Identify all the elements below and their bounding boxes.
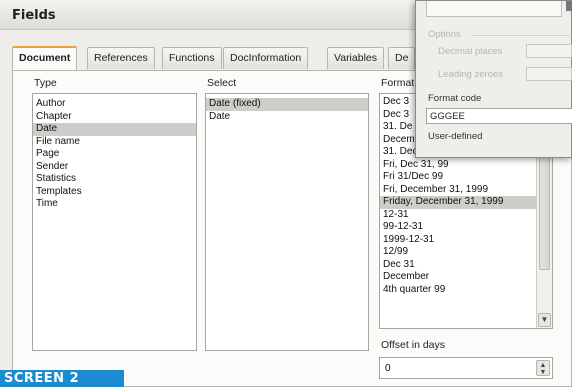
type-label: Type [34, 77, 57, 89]
decimal-places-label: Decimal places [438, 46, 503, 57]
tab-variables[interactable]: Variables [327, 47, 384, 69]
format-list-item[interactable]: 4th quarter 99 [380, 284, 552, 297]
select-label: Select [207, 77, 237, 89]
format-code-label: Format code [428, 93, 482, 104]
type-list-item[interactable]: File name [33, 136, 196, 149]
format-list-item[interactable]: 99-12-31 [380, 221, 552, 234]
options-label: Options [428, 29, 461, 40]
format-list-item[interactable]: 12-31 [380, 209, 552, 222]
format-list-item[interactable]: Fri, December 31, 1999 [380, 184, 552, 197]
format-list-item[interactable]: Friday, December 31, 1999 [380, 196, 552, 209]
leading-zeroes-field[interactable] [526, 67, 572, 81]
spin-up-down-icon[interactable]: ▲ ▼ [536, 360, 550, 376]
leading-zeroes-label: Leading zeroes [438, 69, 503, 80]
type-list-item[interactable]: Author [33, 98, 196, 111]
close-icon[interactable] [566, 1, 572, 11]
format-code-popup: Options Decimal places Leading zeroes Fo… [415, 0, 572, 158]
tab-document[interactable]: Document [12, 46, 78, 70]
format-list-item[interactable]: Fri 31/Dec 99 [380, 171, 552, 184]
scrollbar-thumb[interactable] [539, 150, 550, 270]
format-code-input[interactable]: GGGEE [426, 108, 572, 124]
tab-docinformation[interactable]: DocInformation [223, 47, 309, 69]
decimal-places-field[interactable] [526, 44, 572, 58]
screen-badge: SCREEN 2 [0, 370, 124, 387]
format-list-item[interactable]: December [380, 271, 552, 284]
user-defined-label: User-defined [428, 131, 483, 142]
tab-database[interactable]: De [388, 47, 416, 69]
offset-in-days-spinbox[interactable]: 0 ▲ ▼ [379, 357, 553, 379]
select-list-item[interactable]: Date [206, 111, 368, 124]
format-label: Format [381, 77, 415, 89]
preview-box [426, 1, 562, 17]
type-list-item[interactable]: Page [33, 148, 196, 161]
offset-label: Offset in days [381, 339, 446, 351]
format-list-item[interactable]: 1999-12-31 [380, 234, 552, 247]
type-list-item[interactable]: Statistics [33, 173, 196, 186]
type-list[interactable]: Author Chapter Date File name Page Sender Stat… [32, 93, 197, 351]
type-list-item[interactable]: Time [33, 198, 196, 211]
type-list-item[interactable]: Chapter [33, 111, 196, 124]
type-list-item[interactable]: Date [33, 123, 196, 136]
offset-value: 0 [385, 363, 391, 374]
fields-dialog: Fields Document References Functions Doc… [0, 0, 572, 387]
select-list[interactable]: Date (fixed) Date [205, 93, 369, 351]
scroll-down-arrow-icon[interactable]: ▼ [538, 313, 551, 327]
type-list-item[interactable]: Templates [33, 186, 196, 199]
format-list-item[interactable]: Dec 31 [380, 259, 552, 272]
tab-functions[interactable]: Functions [162, 47, 222, 69]
type-list-item[interactable]: Sender [33, 161, 196, 174]
options-divider [472, 35, 572, 36]
tab-references[interactable]: References [87, 47, 155, 69]
select-list-item[interactable]: Date (fixed) [206, 98, 368, 111]
dialog-title: Fields [12, 8, 56, 23]
format-list-item[interactable]: 12/99 [380, 246, 552, 259]
format-list-item[interactable]: Fri, Dec 31, 99 [380, 159, 552, 172]
tab-strip: Document References Functions DocInforma… [12, 46, 442, 71]
